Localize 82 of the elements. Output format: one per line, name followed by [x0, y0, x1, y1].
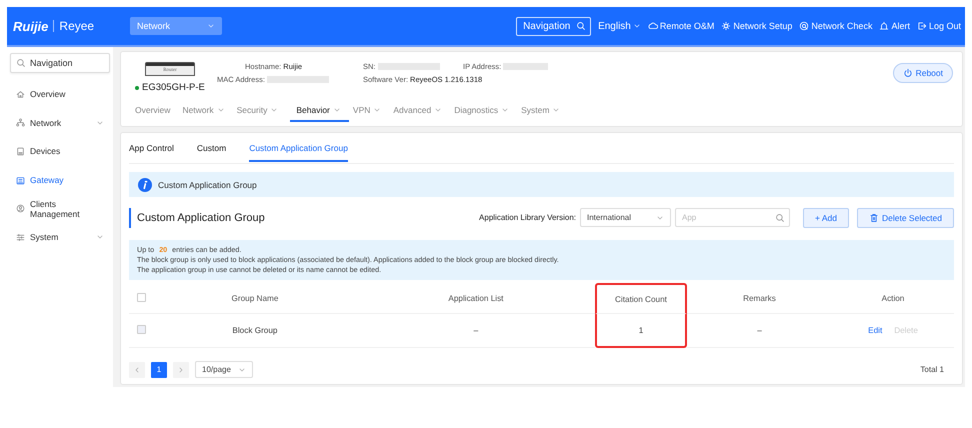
- top-link[interactable]: Network Check: [799, 21, 872, 31]
- checkbox[interactable]: [136, 325, 146, 334]
- table-cell: Block Group: [153, 314, 357, 348]
- sidebar-item[interactable]: Devices: [10, 137, 110, 166]
- menu-tab[interactable]: Overview: [135, 100, 178, 122]
- caret-icon: [332, 106, 341, 114]
- column-header: Citation Count: [594, 283, 687, 314]
- gateway-icon: [16, 176, 25, 185]
- menu-tab[interactable]: Diagnostics: [454, 100, 518, 122]
- top-link[interactable]: Network Setup: [721, 21, 792, 31]
- menu-tab[interactable]: VPN: [352, 100, 390, 122]
- power-icon: [902, 68, 913, 78]
- caret-icon: [216, 106, 225, 114]
- magnifier-globe-icon: [799, 21, 810, 31]
- section-title: Custom Application Group: [129, 208, 265, 228]
- search-field[interactable]: App: [675, 208, 790, 227]
- alarm-light-icon: [879, 21, 890, 31]
- sidebar-item[interactable]: Clients Management: [10, 194, 110, 223]
- logout-icon: [916, 21, 927, 31]
- menu-tab[interactable]: Security: [236, 100, 286, 122]
- total-count: Total 1: [920, 365, 944, 374]
- trash-icon: [868, 212, 879, 222]
- top-link[interactable]: Remote O&M: [648, 21, 714, 31]
- menu-tab[interactable]: Behavior: [290, 100, 349, 122]
- table-cell: –: [686, 314, 832, 348]
- tab[interactable]: Custom Application Group: [249, 143, 348, 162]
- chevron-left-icon: [133, 366, 141, 374]
- network-icon: [16, 118, 25, 128]
- page-button[interactable]: 1: [151, 362, 167, 378]
- search-field[interactable]: Navigation: [10, 53, 110, 73]
- scope-dropdown[interactable]: Network: [130, 17, 222, 35]
- tab[interactable]: App Control: [129, 143, 174, 162]
- chevron-right-icon: [177, 366, 185, 374]
- device-model: EG305GH-P-E: [142, 82, 205, 93]
- delete-selected-button[interactable]: Delete Selected: [856, 208, 954, 228]
- reboot-button[interactable]: Reboot: [892, 63, 953, 83]
- top-link[interactable]: Alert: [879, 21, 910, 31]
- add-button[interactable]: + Add: [803, 208, 849, 228]
- top-link[interactable]: Log Out: [916, 21, 961, 31]
- logo: Reyee: [59, 19, 94, 33]
- sliders-icon: [16, 232, 25, 242]
- search-icon: [775, 212, 785, 222]
- cloud-icon: [648, 21, 658, 31]
- language-dropdown[interactable]: English: [598, 20, 641, 32]
- menu-tab[interactable]: Network: [182, 100, 233, 122]
- device-icon: [16, 146, 25, 156]
- table-cell: 1: [594, 314, 687, 348]
- sidebar-item[interactable]: Overview: [10, 80, 110, 109]
- caret-icon: [207, 22, 215, 30]
- tab[interactable]: Custom: [196, 143, 226, 162]
- sidebar-item[interactable]: Network: [10, 108, 110, 138]
- menu-tab[interactable]: Advanced: [393, 100, 450, 122]
- action-link[interactable]: Edit: [868, 326, 882, 335]
- search-field[interactable]: Navigation: [516, 16, 592, 36]
- caret-icon: [270, 106, 278, 114]
- search-icon: [576, 21, 586, 31]
- user-icon: [16, 204, 25, 214]
- gear-icon: [721, 21, 732, 31]
- column-header: Application List: [356, 283, 595, 314]
- logo: Ruijie: [13, 18, 48, 34]
- caret-icon: [434, 106, 442, 114]
- next-page-button[interactable]: [173, 362, 189, 378]
- column-header: Group Name: [153, 283, 357, 314]
- search-icon: [16, 58, 26, 68]
- caret-icon: [501, 106, 510, 114]
- column-header: Remarks: [686, 283, 832, 314]
- previous-page-button[interactable]: [129, 362, 145, 378]
- info-text: Custom Application Group: [158, 180, 257, 190]
- library-select[interactable]: International: [580, 208, 671, 227]
- info-icon: [138, 178, 152, 192]
- sidebar-item[interactable]: System: [10, 222, 110, 252]
- caret-icon: [632, 22, 641, 30]
- page-size-select[interactable]: 10/page: [195, 361, 253, 378]
- column-header: Action: [832, 283, 954, 314]
- menu-tab[interactable]: System: [521, 100, 568, 122]
- caret-icon: [373, 106, 382, 114]
- home-icon: [16, 90, 25, 99]
- sidebar-item[interactable]: Gateway: [10, 166, 110, 194]
- checkbox[interactable]: [136, 292, 146, 302]
- table-cell: –: [356, 314, 595, 348]
- field-label: Application Library Version:: [479, 213, 576, 222]
- caret-icon: [552, 106, 560, 114]
